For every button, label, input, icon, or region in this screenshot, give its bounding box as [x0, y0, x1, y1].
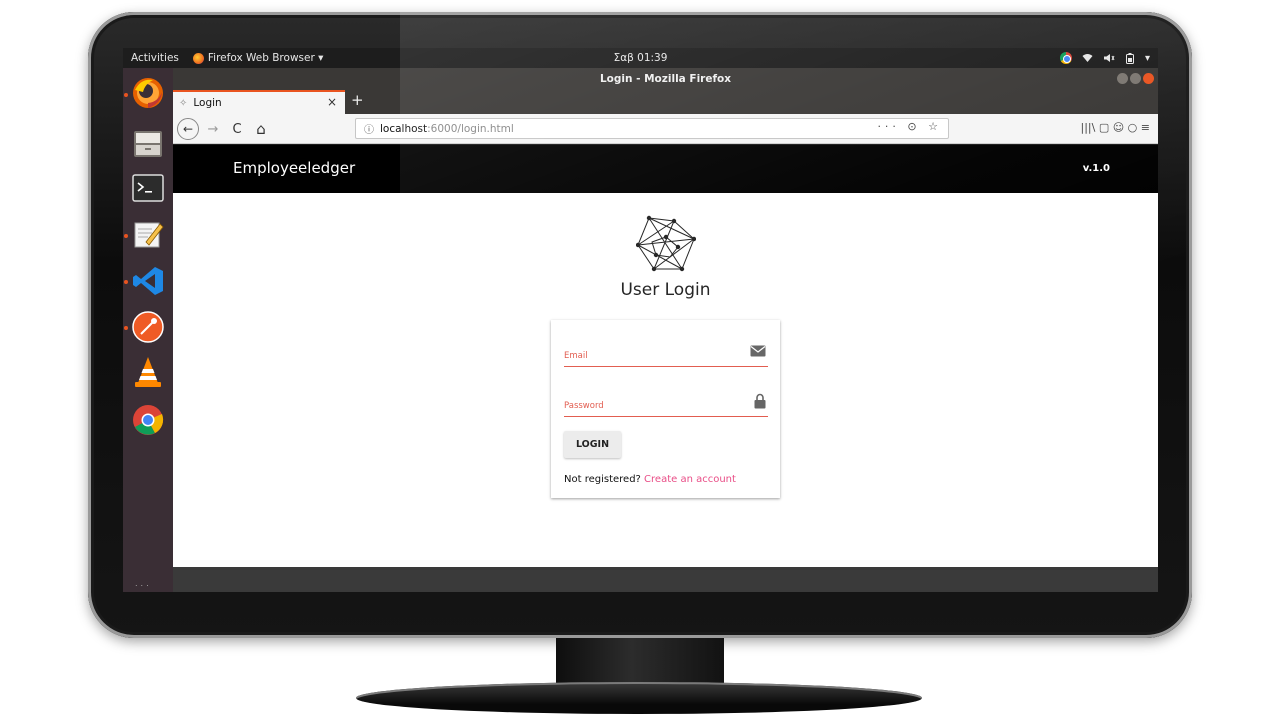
register-prompt: Not registered?: [564, 474, 641, 485]
close-window-button[interactable]: [1143, 73, 1154, 84]
app-menu[interactable]: Firefox Web Browser ▾: [192, 52, 324, 64]
show-applications-icon[interactable]: ...: [135, 579, 152, 588]
reload-button[interactable]: C: [228, 119, 246, 139]
dock-text-editor-icon[interactable]: [128, 214, 168, 254]
ubuntu-dock: ...: [123, 68, 173, 592]
app-header: Employeeledger v.1.0: [173, 145, 1158, 193]
page-footer-strip: [173, 567, 1158, 592]
dock-vscode-icon[interactable]: [128, 261, 168, 301]
activities-button[interactable]: Activities: [131, 52, 179, 64]
forward-button[interactable]: →: [204, 119, 222, 139]
battery-icon: [1125, 52, 1134, 64]
home-button[interactable]: ⌂: [251, 119, 271, 139]
page-title: User Login: [620, 280, 711, 300]
create-account-link[interactable]: Create an account: [644, 474, 736, 485]
hyperledger-logo-icon: [636, 215, 696, 272]
navigation-toolbar: ← → C ⌂ ⓘ localhost :6000/login.html ···…: [173, 114, 1158, 144]
version-label: v.1.0: [1082, 163, 1110, 174]
lock-icon: [754, 393, 766, 409]
tab-close-icon[interactable]: ×: [327, 95, 337, 109]
password-label: Password: [564, 401, 604, 411]
window-title: Login - Mozilla Firefox: [599, 73, 732, 85]
window-title-bar: Login - Mozilla Firefox: [173, 68, 1158, 90]
maximize-button[interactable]: [1130, 73, 1141, 84]
system-top-bar: Activities Firefox Web Browser ▾ Σαβ 01:…: [123, 48, 1158, 68]
brand-title[interactable]: Employeeledger: [233, 159, 355, 177]
monitor-stand-base: [356, 682, 922, 714]
tab-login[interactable]: ✧ Login ×: [173, 90, 345, 114]
email-label: Email: [564, 351, 588, 361]
dock-vlc-icon[interactable]: [128, 352, 168, 392]
volume-icon: [1103, 54, 1115, 62]
dock-chrome-icon[interactable]: [128, 400, 168, 440]
tab-favicon-icon: ✧: [179, 97, 188, 109]
system-status-area[interactable]: ▾: [1059, 48, 1150, 68]
url-bar[interactable]: ⓘ localhost :6000/login.html ··· ⊙ ☆: [355, 118, 949, 139]
new-tab-button[interactable]: +: [351, 91, 364, 109]
email-icon: [750, 345, 766, 357]
back-button[interactable]: ←: [177, 118, 199, 140]
tab-strip: ✧ Login × +: [173, 90, 1158, 114]
firefox-small-icon: [192, 52, 204, 64]
dock-postman-icon[interactable]: [128, 307, 168, 347]
dock-terminal-icon[interactable]: [128, 168, 168, 208]
monitor-screen: Activities Firefox Web Browser ▾ Σαβ 01:…: [123, 48, 1158, 592]
site-info-icon[interactable]: ⓘ: [364, 121, 374, 136]
app-menu-label: Firefox Web Browser ▾: [207, 52, 324, 64]
chrome-tray-icon[interactable]: [1059, 52, 1072, 64]
minimize-button[interactable]: [1117, 73, 1128, 84]
url-host: localhost: [380, 122, 428, 135]
url-path: :6000/login.html: [427, 122, 514, 135]
toolbar-right-icons[interactable]: |||\ ▢ ☺ ○ ≡: [1081, 121, 1151, 134]
wifi-icon: [1082, 54, 1093, 62]
page-actions-icons[interactable]: ··· ⊙ ☆: [877, 120, 942, 133]
login-card: Email Password LOGIN Not registered? Cre…: [551, 320, 780, 498]
desktop-photo: Activities Firefox Web Browser ▾ Σαβ 01:…: [0, 0, 1280, 720]
dock-files-icon[interactable]: [128, 124, 168, 164]
system-menu-arrow-icon: ▾: [1144, 52, 1150, 64]
tab-title: Login: [193, 97, 222, 109]
dock-firefox-icon[interactable]: [128, 73, 168, 113]
register-line: Not registered? Create an account: [564, 474, 736, 485]
password-field[interactable]: Password: [564, 393, 768, 417]
login-button[interactable]: LOGIN: [564, 431, 621, 458]
email-field[interactable]: Email: [564, 345, 768, 367]
web-page: Employeeledger v.1.0 User Login Email Pa…: [173, 145, 1158, 567]
